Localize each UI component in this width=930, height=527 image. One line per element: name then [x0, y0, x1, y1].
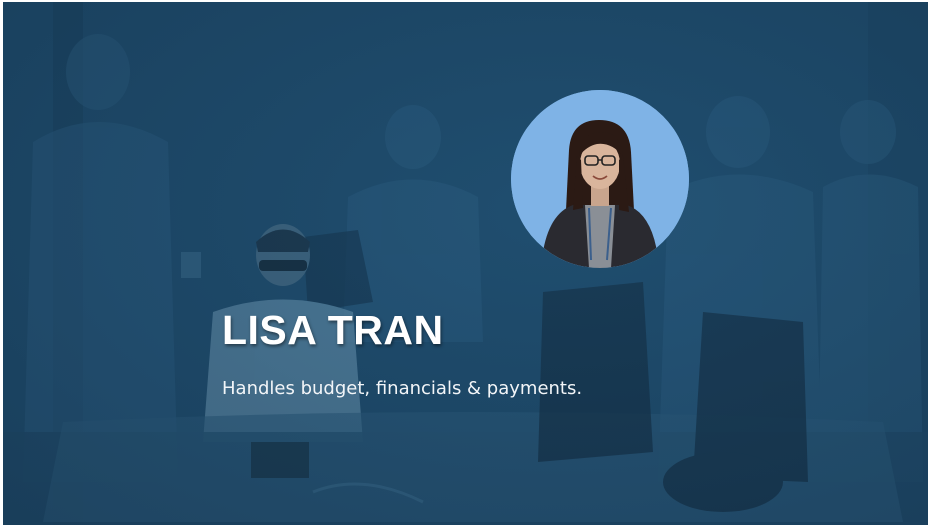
- profile-photo: [511, 90, 689, 268]
- person-name: LISA TRAN: [222, 307, 444, 353]
- team-slide: LISA TRAN Handles budget, financials & p…: [3, 2, 928, 525]
- portrait-photo-icon: [511, 90, 689, 268]
- person-role: Handles budget, financials & payments.: [222, 378, 583, 399]
- overlay: [3, 2, 928, 525]
